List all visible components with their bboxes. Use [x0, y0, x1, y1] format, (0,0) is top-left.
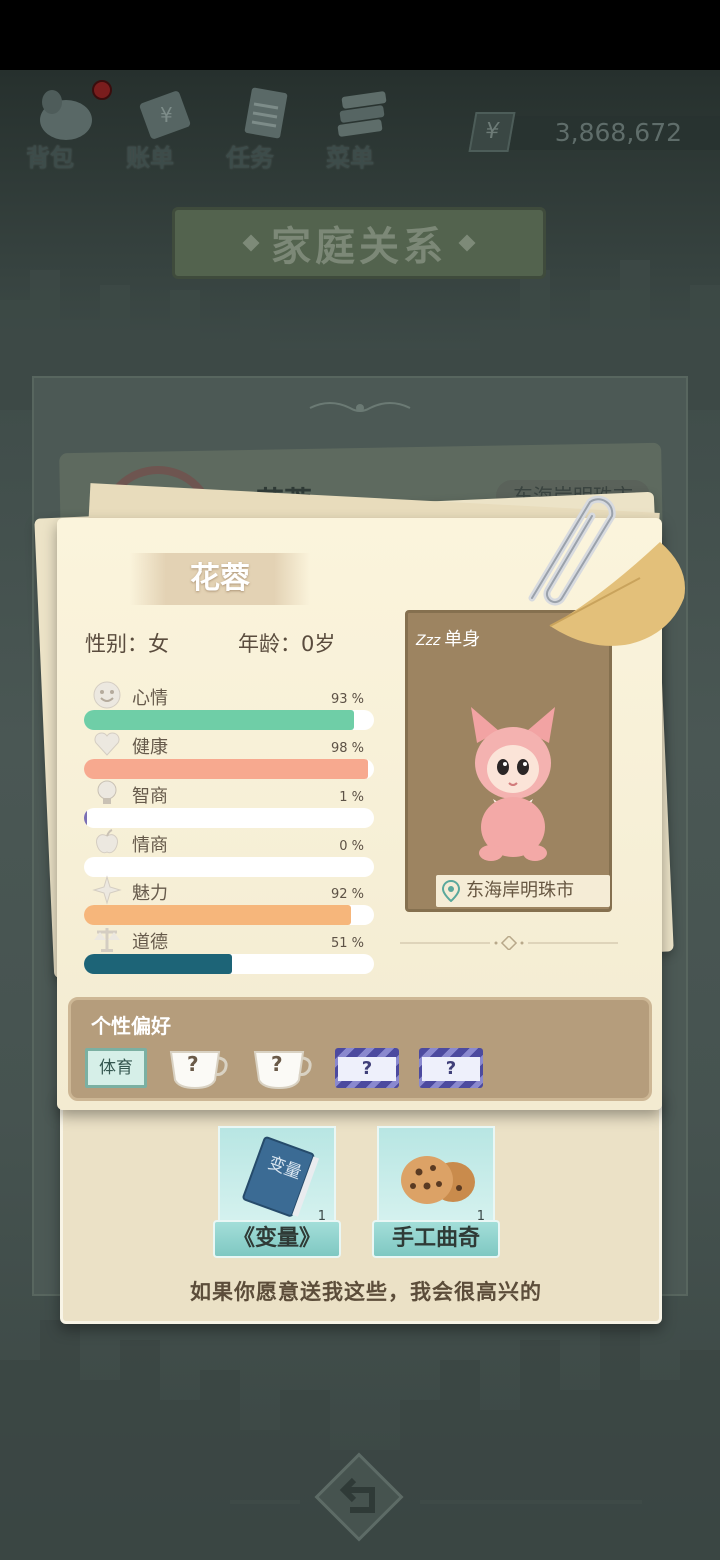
bill-icon: ¥: [139, 91, 191, 139]
diamond-icon: [242, 234, 260, 252]
gift-message: 如果你愿意送我这些，我会很高兴的: [190, 1280, 542, 1304]
stat-track: [84, 857, 374, 877]
stat-iq: 智商 1 %: [84, 780, 376, 832]
menu-menu-button[interactable]: 菜单: [320, 86, 400, 176]
stat-eq: 情商 0 %: [84, 829, 376, 881]
stat-morality: 道德 51 %: [84, 928, 376, 978]
page-title-plate: 家庭关系: [172, 207, 546, 279]
status-bar-area: [0, 0, 720, 70]
stat-percent: 92 %: [330, 887, 364, 902]
unknown-mark: ?: [422, 1057, 480, 1081]
page-title: 家庭关系: [271, 224, 447, 270]
justice-scale-icon: [94, 928, 120, 952]
deco-line-right: [420, 1500, 642, 1504]
stat-charm: 魅力 92 %: [84, 875, 376, 929]
gender-text: 性别：女: [85, 632, 169, 656]
relationship-status: Zzz 单身: [416, 625, 480, 651]
gift-slot-cookie[interactable]: 1: [377, 1126, 495, 1228]
stat-label: 道德: [132, 932, 168, 953]
unknown-preference-ticket[interactable]: ?: [335, 1048, 399, 1088]
stat-fill: [84, 710, 354, 730]
location-pin-icon: [442, 880, 460, 902]
menu-backpack-label: 背包: [26, 144, 74, 172]
baby-character-image: [471, 707, 555, 861]
unknown-mark: ?: [338, 1057, 396, 1081]
menu-bill-label: 账单: [126, 144, 174, 172]
stat-track: [84, 954, 374, 974]
stat-percent: 98 %: [330, 741, 364, 756]
stat-label: 智商: [132, 786, 168, 807]
gift-name-cookie[interactable]: 手工曲奇: [372, 1220, 500, 1258]
money-display: ¥ 3,868,672: [462, 112, 720, 152]
unknown-preference-cup[interactable]: ?: [251, 1048, 315, 1090]
character-portrait[interactable]: Zzz 单身 东海岸明珠市: [405, 610, 612, 912]
age-text: 年龄：0岁: [238, 632, 336, 656]
svg-text:¥: ¥: [160, 103, 173, 127]
stat-health: 健康 98 %: [84, 732, 376, 783]
character-location-text: 东海岸明珠市: [466, 880, 574, 901]
ornament-icon: [309, 402, 411, 412]
stat-fill: [84, 954, 232, 974]
stat-track: [84, 710, 374, 730]
lightbulb-icon: [97, 780, 117, 804]
heart-icon: [94, 732, 120, 756]
stat-fill: [84, 808, 87, 828]
apple-icon: [96, 829, 118, 854]
stat-label: 心情: [132, 688, 168, 709]
stat-percent: 51 %: [330, 936, 364, 951]
backpack-icon: [40, 90, 92, 140]
deco-line-left: [230, 1500, 300, 1504]
menu-task-button[interactable]: 任务: [220, 86, 300, 176]
notification-dot: [92, 80, 112, 100]
money-value: 3,868,672: [554, 118, 682, 147]
character-name: 花蓉: [190, 561, 250, 596]
menu-icon: [337, 91, 387, 137]
stat-percent: 93 %: [330, 692, 364, 707]
menu-bill-button[interactable]: ¥ 账单: [120, 86, 200, 176]
teacup-icon: [169, 1051, 228, 1090]
stat-label: 健康: [132, 737, 168, 758]
paperclip-icon: [528, 495, 616, 606]
stat-fill: [84, 905, 351, 925]
gift-slot-book[interactable]: 变量 1: [218, 1126, 336, 1228]
stat-label: 魅力: [132, 883, 168, 904]
name-ribbon: 花蓉: [130, 553, 310, 605]
relationship-status-text: 单身: [444, 629, 481, 650]
menu-task-label: 任务: [226, 144, 274, 172]
menu-backpack-button[interactable]: 背包: [20, 86, 100, 176]
menu-menu-label: 菜单: [326, 144, 374, 172]
unknown-preference-ticket[interactable]: ?: [419, 1048, 483, 1088]
stat-mood: 心情 93 %: [84, 681, 376, 734]
unknown-mark: ?: [187, 1052, 199, 1076]
diamond-icon: [458, 234, 476, 252]
gift-name-book[interactable]: 《变量》: [213, 1220, 341, 1258]
smile-icon: [93, 681, 121, 709]
back-button[interactable]: [310, 1448, 408, 1546]
divider-ornament: [400, 936, 618, 950]
unknown-preference-cup[interactable]: ?: [167, 1048, 231, 1090]
yen-icon: ¥: [468, 112, 516, 152]
stat-label: 情商: [132, 835, 168, 856]
stat-percent: 0 %: [339, 839, 364, 854]
sleep-icon: Zzz: [416, 633, 441, 649]
preference-sports-chip[interactable]: 体育: [85, 1048, 147, 1088]
stat-track: [84, 808, 374, 828]
sparkle-icon: [92, 875, 122, 905]
character-location: 东海岸明珠市: [436, 875, 610, 907]
unknown-mark: ?: [271, 1052, 283, 1076]
preferences-title: 个性偏好: [91, 1014, 171, 1038]
stat-track: [84, 759, 374, 779]
teacup-icon: [253, 1051, 312, 1090]
stat-percent: 1 %: [339, 790, 364, 805]
stat-fill: [84, 759, 369, 779]
task-icon: [244, 87, 288, 139]
stat-track: [84, 905, 374, 925]
preferences-panel: 个性偏好 体育 ? ? ? ?: [68, 997, 652, 1101]
